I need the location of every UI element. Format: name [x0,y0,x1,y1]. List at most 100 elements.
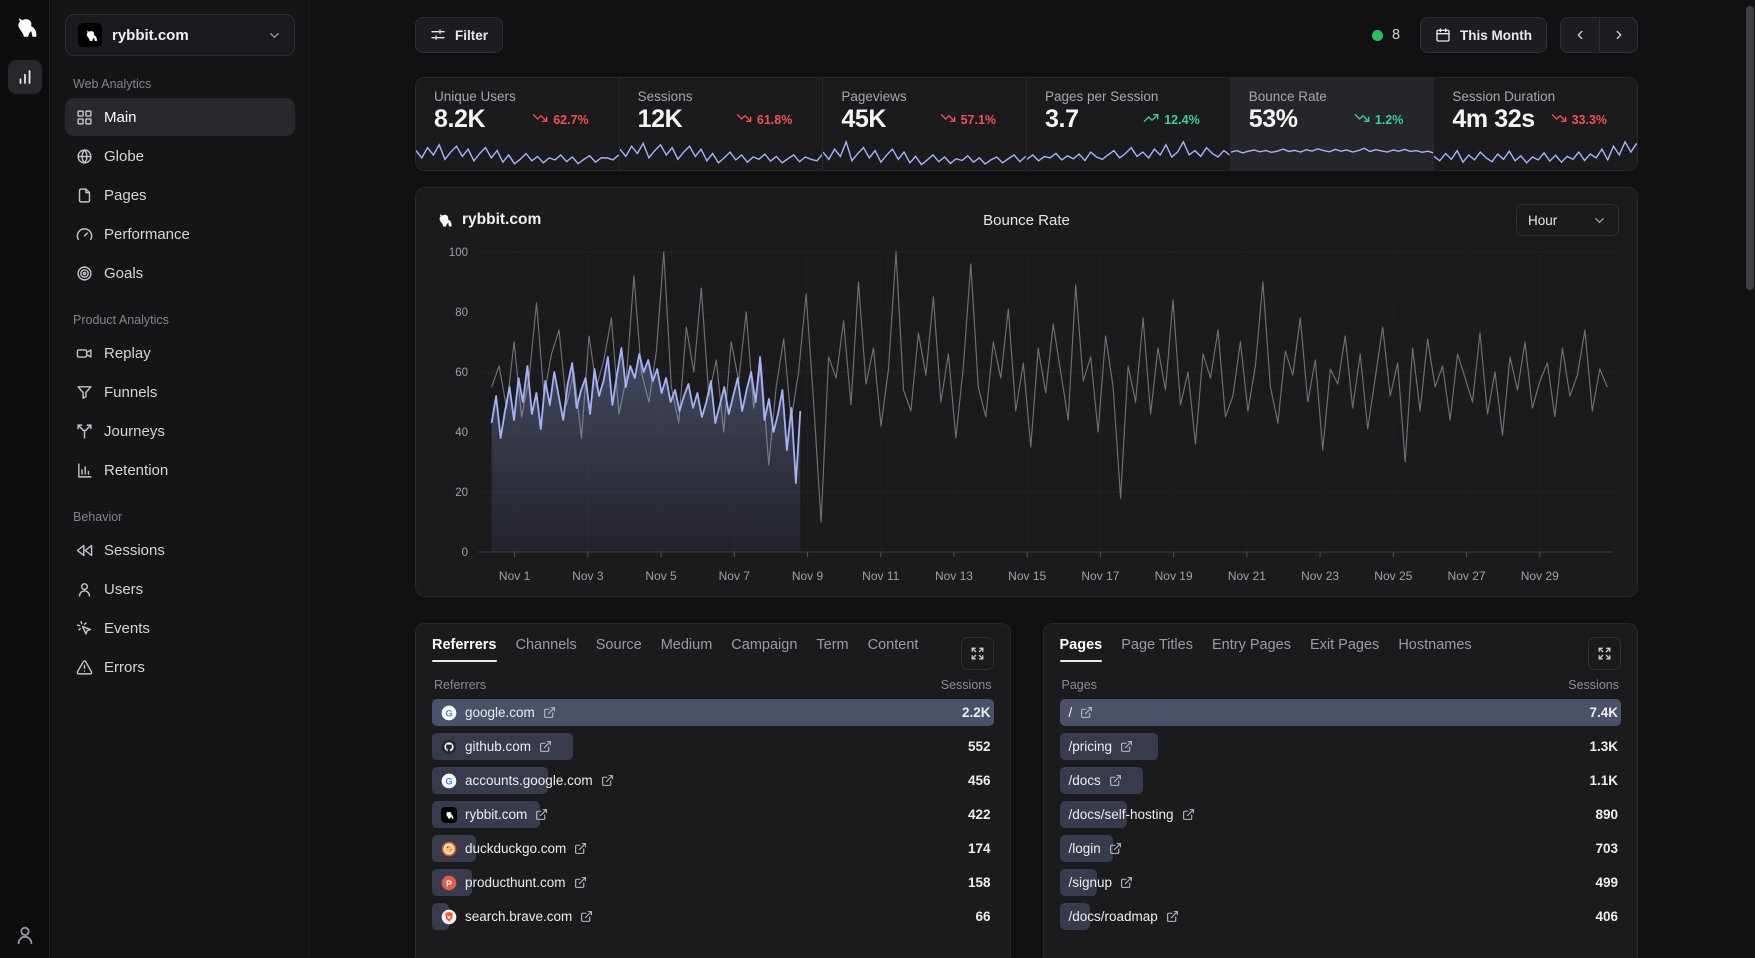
external-link-icon[interactable] [539,740,552,753]
page-row-docs[interactable]: /docs 1.1K [1060,767,1622,794]
stat-card-bounce-rate[interactable]: Bounce Rate 53% 1.2% [1231,78,1435,170]
external-link-icon[interactable] [535,808,548,821]
stat-change: 62.7% [532,110,588,129]
tab-referrers[interactable]: Referrers [432,637,497,663]
sidebar-item-pages[interactable]: Pages [65,176,295,214]
external-link-icon[interactable] [601,774,614,787]
date-range-button[interactable]: This Month [1420,17,1547,53]
sidebar-item-journeys[interactable]: Journeys [65,412,295,450]
stat-card-pageviews[interactable]: Pageviews 45K 57.1% [823,78,1027,170]
site-selector[interactable]: rybbit.com [65,14,295,56]
tab-content[interactable]: Content [868,637,919,663]
page-tabs: Pages Page Titles Entry Pages Exit Pages Hos… [1060,637,1622,670]
stat-sparkline [620,137,823,170]
previous-period-button[interactable] [1561,18,1599,52]
tab-channels[interactable]: Channels [516,637,577,663]
svg-text:Nov 19: Nov 19 [1155,569,1193,583]
stat-card-sessions[interactable]: Sessions 12K 61.8% [620,78,824,170]
scrollbar [1745,0,1754,958]
expand-button[interactable] [1588,637,1621,670]
page-row-signup[interactable]: /signup 499 [1060,869,1622,896]
referrer-row-google-com[interactable]: G google.com 2.2K [432,699,994,726]
sidebar-item-performance[interactable]: Performance [65,215,295,253]
sidebar-section-label: Product Analytics [73,313,287,327]
filter-button[interactable]: Filter [415,17,503,53]
svg-text:Nov 25: Nov 25 [1374,569,1412,583]
stat-card-session-duration[interactable]: Session Duration 4m 32s 33.3% [1434,78,1637,170]
tab-term[interactable]: Term [816,637,848,663]
sidebar-item-label: Errors [104,659,145,676]
scrollbar-thumb[interactable] [1746,6,1754,290]
external-link-icon[interactable] [1109,774,1122,787]
sidebar-item-errors[interactable]: Errors [65,648,295,686]
sidebar-item-replay[interactable]: Replay [65,334,295,372]
tab-hostnames[interactable]: Hostnames [1398,637,1471,663]
chevron-down-icon [1592,213,1607,228]
svg-text:Nov 21: Nov 21 [1228,569,1266,583]
external-link-icon[interactable] [574,842,587,855]
expand-button[interactable] [961,637,994,670]
row-label: duckduckgo.com [465,841,566,856]
external-link-icon[interactable] [1080,706,1093,719]
external-link-icon[interactable] [1120,876,1133,889]
tab-source[interactable]: Source [596,637,642,663]
favicon-brave [441,909,457,925]
sidebar-item-funnels[interactable]: Funnels [65,373,295,411]
sidebar-item-globe[interactable]: Globe [65,137,295,175]
funnel-icon [76,384,93,401]
referrer-row-duckduckgo-com[interactable]: duckduckgo.com 174 [432,835,994,862]
next-period-button[interactable] [1599,18,1637,52]
referrer-row-github-com[interactable]: github.com 552 [432,733,994,760]
row-label: /docs/roadmap [1069,909,1158,924]
page-row-root[interactable]: / 7.4K [1060,699,1622,726]
tab-page-titles[interactable]: Page Titles [1121,637,1193,663]
referrer-row-accounts-google-com[interactable]: G accounts.google.com 456 [432,767,994,794]
referrer-row-rybbit-com[interactable]: rybbit.com 422 [432,801,994,828]
stat-card-unique-users[interactable]: Unique Users 8.2K 62.7% [416,78,620,170]
tab-entry-pages[interactable]: Entry Pages [1212,637,1291,663]
sidebar-item-users[interactable]: Users [65,570,295,608]
referrer-row-search-brave-com[interactable]: search.brave.com 66 [432,903,994,930]
sidebar-item-sessions[interactable]: Sessions [65,531,295,569]
rybbit-logo-icon[interactable] [10,12,40,42]
external-link-icon[interactable] [1166,910,1179,923]
row-label: / [1069,705,1073,720]
row-sessions-value: 890 [1595,807,1621,822]
sidebar-item-main[interactable]: Main [65,98,295,136]
row-sessions-value: 552 [968,739,994,754]
svg-text:Nov 5: Nov 5 [645,569,677,583]
svg-text:60: 60 [455,367,468,379]
tab-exit-pages[interactable]: Exit Pages [1310,637,1379,663]
external-link-icon[interactable] [580,910,593,923]
row-sessions-value: 66 [975,909,993,924]
row-sessions-value: 7.4K [1589,705,1621,720]
favicon-github [441,739,457,755]
external-link-icon[interactable] [1109,842,1122,855]
row-sessions-value: 456 [968,773,994,788]
referrer-row-producthunt-com[interactable]: P producthunt.com 158 [432,869,994,896]
external-link-icon[interactable] [1182,808,1195,821]
sidebar-item-events[interactable]: Events [65,609,295,647]
page-row-pricing[interactable]: /pricing 1.3K [1060,733,1622,760]
external-link-icon[interactable] [543,706,556,719]
account-icon[interactable] [14,924,36,946]
analytics-nav-icon[interactable] [8,60,42,94]
stat-card-pages-per-session[interactable]: Pages per Session 3.7 12.4% [1027,78,1231,170]
sidebar-item-goals[interactable]: Goals [65,254,295,292]
svg-text:Nov 7: Nov 7 [719,569,751,583]
tab-medium[interactable]: Medium [661,637,713,663]
external-link-icon[interactable] [1120,740,1133,753]
tab-pages[interactable]: Pages [1060,637,1103,663]
granularity-select[interactable]: Hour [1516,204,1619,236]
realtime-visitors[interactable]: 8 [1372,27,1400,43]
page-row-docs-roadmap[interactable]: /docs/roadmap 406 [1060,903,1622,930]
page-row-login[interactable]: /login 703 [1060,835,1622,862]
tab-campaign[interactable]: Campaign [731,637,797,663]
external-link-icon[interactable] [574,876,587,889]
page-row-docs-self-hosting[interactable]: /docs/self-hosting 890 [1060,801,1622,828]
stat-sparkline [1434,137,1637,170]
stat-sparkline [1027,137,1230,170]
stat-label: Unique Users [434,89,601,104]
sidebar-item-retention[interactable]: Retention [65,451,295,489]
svg-text:G: G [445,708,452,718]
